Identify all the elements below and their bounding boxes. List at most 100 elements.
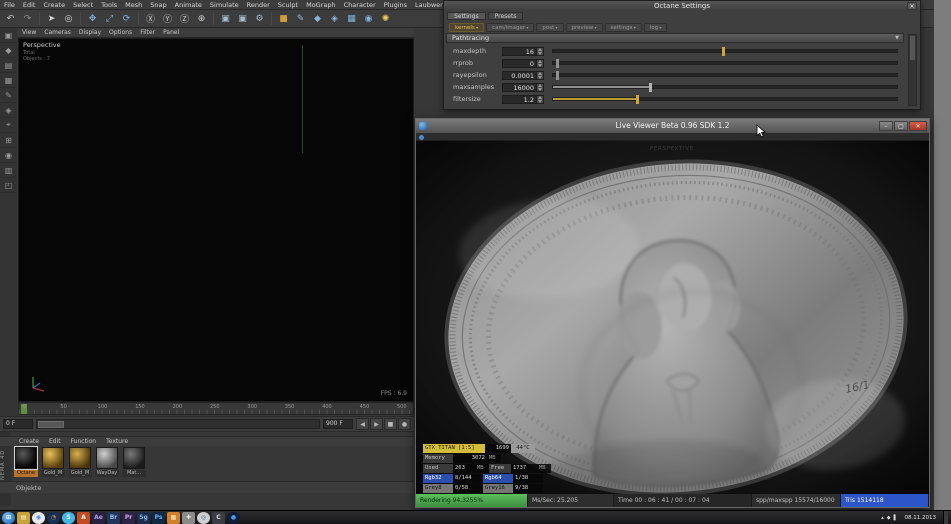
record-button[interactable]: ● [398,418,411,430]
menu-mograph[interactable]: MoGraph [302,0,340,10]
menu-select[interactable]: Select [69,0,97,10]
param-slider[interactable] [552,59,898,68]
dock-snap-icon[interactable]: ⌖ [0,118,17,133]
viewport-menu-filter[interactable]: Filter [136,28,159,38]
slider-handle[interactable] [556,71,560,80]
material-menu-function[interactable]: Function [66,438,102,445]
param-value-field[interactable]: 0 [502,58,536,68]
rotate-icon[interactable]: ⟳ [119,11,134,26]
viewport-menu-options[interactable]: Options [105,28,136,38]
render-view-icon[interactable]: ▣ [218,11,233,26]
menu-animate[interactable]: Animate [171,0,206,10]
material-menu-create[interactable]: Create [14,438,44,445]
spinner-up-icon[interactable] [538,71,542,75]
menu-sculpt[interactable]: Sculpt [274,0,302,10]
add-generator-icon[interactable]: ◆ [310,11,325,26]
spinner-down-icon[interactable] [538,75,542,79]
add-spline-icon[interactable]: ✎ [293,11,308,26]
material-wayday[interactable]: WayDay [95,447,119,478]
material-menu-texture[interactable]: Texture [101,438,133,445]
slider-handle[interactable] [635,95,639,104]
menu-character[interactable]: Character [340,0,380,10]
frame-slider-handle[interactable] [38,421,64,428]
spinner-up-icon[interactable] [538,47,542,51]
dock-pen-icon[interactable]: ✎ [0,88,17,103]
slider-handle[interactable] [556,59,560,68]
tray-icon[interactable]: ▴ [881,515,884,521]
render-picture-viewer-icon[interactable]: ▣ [235,11,250,26]
stop-button[interactable]: ■ [384,418,397,430]
add-modifier-icon[interactable]: ◈ [327,11,342,26]
taskbar-photoshop-icon[interactable]: Ps [152,511,165,524]
menu-tools[interactable]: Tools [97,0,121,10]
param-value-field[interactable]: 0.0001 [502,70,536,80]
spinner-down-icon[interactable] [538,87,542,91]
x-axis-lock-icon[interactable]: Ⓧ [143,11,158,26]
material-menu-edit[interactable]: Edit [44,438,66,445]
undo-icon[interactable]: ↶ [3,11,18,26]
maximize-button[interactable]: ▢ [894,121,908,131]
dock-texture-icon[interactable]: ▤ [0,58,17,73]
material-gold-m[interactable]: Gold_M [41,447,65,478]
live-viewer-titlebar[interactable]: Live Viewer Beta 0.96 SDK 1.2 – ▢ ✕ [416,119,929,133]
octane-tab-settings[interactable]: Settings [447,12,486,20]
param-spinner[interactable] [536,58,544,68]
menu-plugins[interactable]: Plugins [380,0,411,10]
dock-layers-icon[interactable]: ▥ [0,163,17,178]
taskbar-speedgrade-icon[interactable]: Sg [137,511,150,524]
taskbar-chrome-icon[interactable]: ◉ [32,511,45,524]
param-value-field[interactable]: 16 [502,46,536,56]
taskbar-octane-icon[interactable]: ● [227,511,240,524]
viewport-canvas[interactable]: Perspective Total Objects : 7 FPS : 6.9 [18,38,414,402]
dock-magnet-icon[interactable]: ◈ [0,103,17,118]
menu-render[interactable]: Render [243,0,274,10]
octane-dropdown-cam-imager[interactable]: cam/imager [486,23,535,32]
material-gold-m[interactable]: Gold_M [68,447,92,478]
spinner-up-icon[interactable] [538,83,542,87]
dock-lock-icon[interactable]: ◉ [0,148,17,163]
frame-start-field[interactable]: 0 F [3,419,33,429]
add-cube-icon[interactable]: ■ [276,11,291,26]
close-button[interactable]: ✕ [909,121,927,131]
param-spinner[interactable] [536,94,544,104]
menu-snap[interactable]: Snap [146,0,170,10]
octane-dropdown-settings[interactable]: settings [604,23,642,32]
spinner-down-icon[interactable] [538,63,542,67]
play-button[interactable]: ▶ [370,418,383,430]
add-scene-icon[interactable]: ▦ [344,11,359,26]
material-octane[interactable]: Octane [14,446,38,478]
show-desktop-button[interactable] [943,510,948,524]
param-value-field[interactable]: 1.2 [502,94,536,104]
menu-edit[interactable]: Edit [19,0,40,10]
param-spinner[interactable] [536,46,544,56]
live-viewer-canvas[interactable]: 16/1 PERSPEKTIVE GTX TITAN [1:5] 1699 44… [416,141,929,496]
taskbar-skype-icon[interactable]: S [62,511,75,524]
octane-dropdown-post[interactable]: post [536,23,564,32]
live-viewer-menu-icon[interactable] [419,134,424,140]
dock-view-icon[interactable]: ▣ [0,28,17,43]
y-axis-lock-icon[interactable]: Ⓨ [160,11,175,26]
viewport-menu-display[interactable]: Display [75,28,105,38]
taskbar-compass-icon[interactable]: ◎ [197,511,210,524]
move-icon[interactable]: ✥ [85,11,100,26]
octane-scrollbar[interactable] [908,34,917,106]
octane-settings-titlebar[interactable]: Octane Settings [444,1,920,11]
param-spinner[interactable] [536,82,544,92]
param-slider[interactable] [552,71,898,80]
menu-file[interactable]: File [0,0,19,10]
tray-icon[interactable]: ▌ [894,515,898,521]
octane-dropdown-kernels[interactable]: kernels [449,23,485,32]
octane-scrollbar-thumb[interactable] [910,36,915,60]
dock-grid-icon[interactable]: ⊞ [0,133,17,148]
taskbar-plugin-icon[interactable]: ✚ [182,511,195,524]
slider-handle[interactable] [721,47,725,56]
param-slider[interactable] [552,47,898,56]
taskbar-bridge-icon[interactable]: Br [107,511,120,524]
minimize-button[interactable]: – [879,121,893,131]
taskbar-premiere-icon[interactable]: Pr [122,511,135,524]
scene-object[interactable] [302,45,303,153]
close-icon[interactable]: ✕ [907,2,917,10]
live-selection-icon[interactable]: ◎ [61,11,76,26]
taskbar-audition-icon[interactable]: A [77,511,90,524]
z-axis-lock-icon[interactable]: Ⓩ [177,11,192,26]
